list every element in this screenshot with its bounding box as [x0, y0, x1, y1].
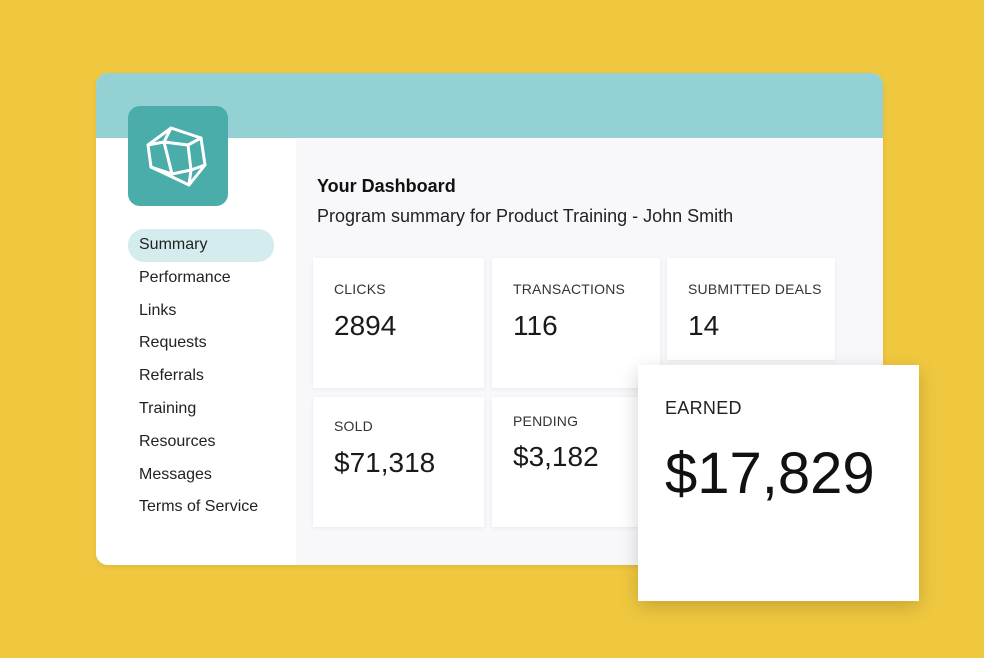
sidebar-item-links[interactable]: Links	[128, 295, 274, 328]
stat-card-sold: SOLD $71,318	[313, 397, 484, 527]
stat-label: CLICKS	[334, 281, 386, 297]
stat-value: $71,318	[334, 447, 436, 478]
sidebar-item-training[interactable]: Training	[128, 393, 274, 426]
page-heading: Your Dashboard Program summary for Produ…	[317, 176, 733, 227]
sidebar-item-terms-of-service[interactable]: Terms of Service	[128, 491, 274, 524]
stat-card-earned: EARNED $17,829	[638, 365, 919, 601]
sidebar-nav: Summary Performance Links Requests Refer…	[128, 229, 274, 524]
stat-value: 14	[688, 310, 720, 341]
sidebar-item-resources[interactable]: Resources	[128, 426, 274, 459]
sidebar-item-summary[interactable]: Summary	[128, 229, 274, 262]
sidebar-item-requests[interactable]: Requests	[128, 327, 274, 360]
sidebar-item-performance[interactable]: Performance	[128, 262, 274, 295]
stat-label: TRANSACTIONS	[513, 281, 626, 297]
stat-value: 2894	[334, 310, 397, 341]
cube-icon	[146, 126, 207, 187]
stat-label: SUBMITTED DEALS	[688, 281, 822, 297]
page-title: Your Dashboard	[317, 176, 456, 196]
stat-card-transactions: TRANSACTIONS 116	[492, 258, 660, 388]
sidebar-item-messages[interactable]: Messages	[128, 459, 274, 492]
stat-card-clicks: CLICKS 2894	[313, 258, 484, 388]
stat-label: SOLD	[334, 418, 373, 434]
stage: Summary Performance Links Requests Refer…	[0, 0, 984, 658]
stat-card-submitted-deals: SUBMITTED DEALS 14	[667, 258, 835, 360]
logo[interactable]	[128, 106, 228, 206]
page-subtitle: Program summary for Product Training - J…	[317, 206, 734, 226]
stat-label: PENDING	[513, 413, 579, 429]
stat-value: $3,182	[513, 441, 599, 472]
stat-value: 116	[513, 310, 558, 341]
earned-value: $17,829	[665, 441, 875, 506]
earned-label: EARNED	[665, 398, 742, 418]
stat-card-pending: PENDING $3,182	[492, 397, 652, 527]
sidebar-item-referrals[interactable]: Referrals	[128, 360, 274, 393]
